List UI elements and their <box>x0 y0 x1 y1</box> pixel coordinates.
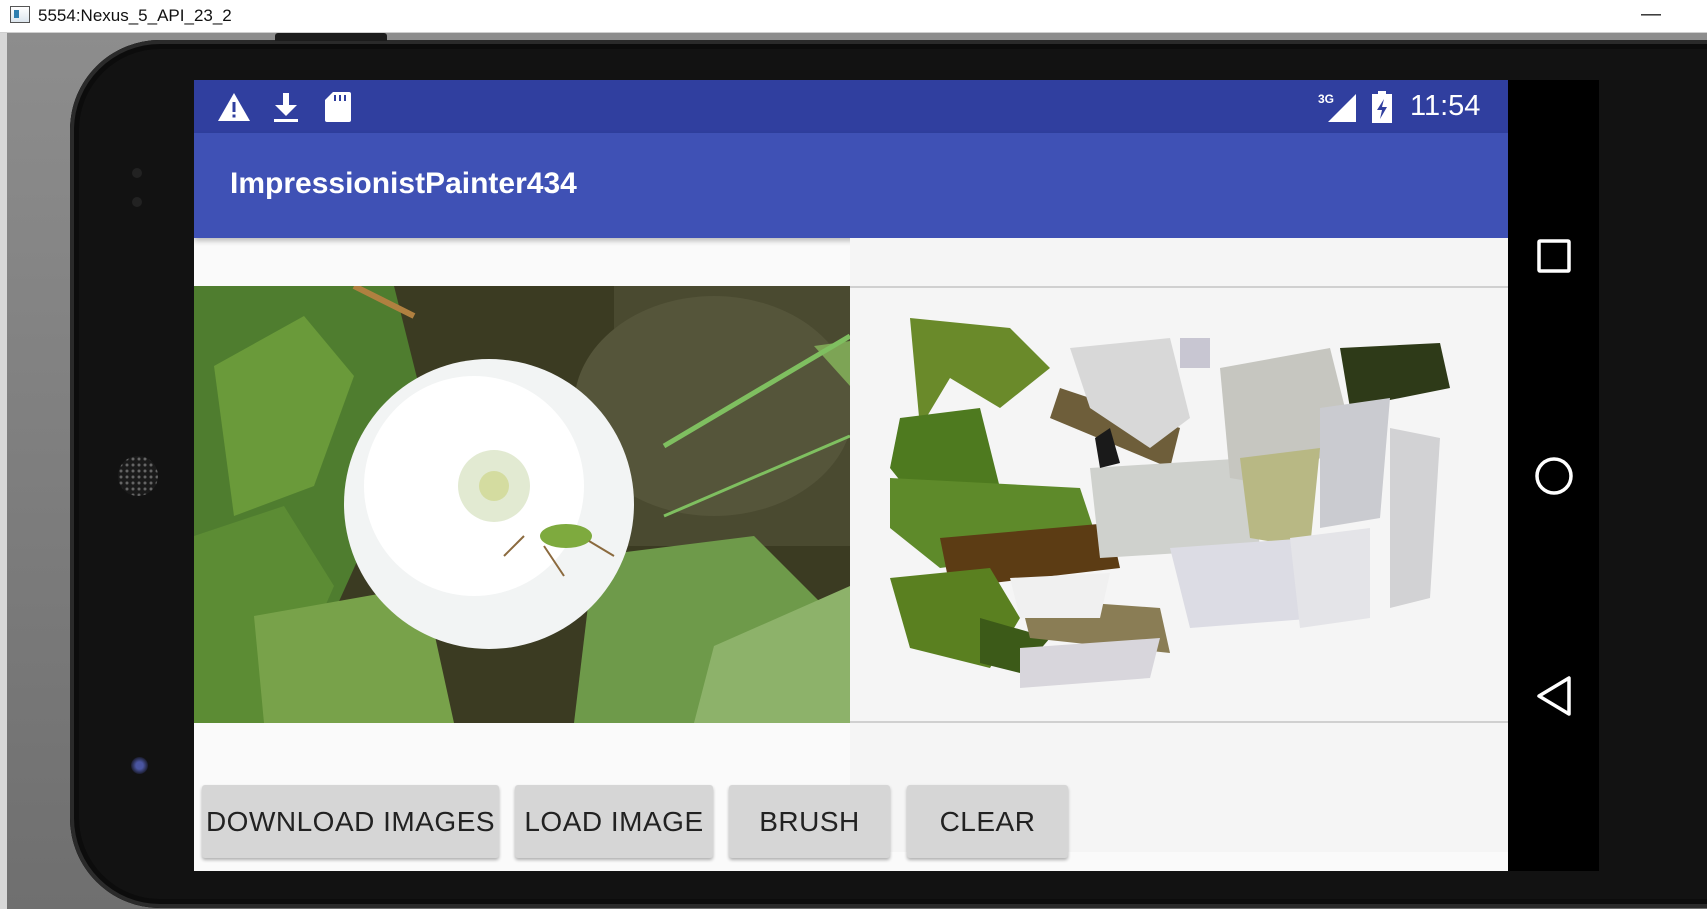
clock: 11:54 <box>1410 90 1481 122</box>
impressionist-painting[interactable] <box>850 286 1508 723</box>
recents-icon[interactable] <box>1530 232 1578 280</box>
minimize-button[interactable]: — <box>1641 3 1661 26</box>
download-icon <box>268 90 304 124</box>
emulator-title-bar: 5554:Nexus_5_API_23_2 — <box>0 0 1707 33</box>
network-type-label: 3G <box>1318 92 1334 106</box>
load-image-button[interactable]: LOAD IMAGE <box>515 785 713 858</box>
phone-speaker <box>118 456 158 496</box>
navigation-bar <box>1508 80 1599 871</box>
device-screen: 3G 11:54 ImpressionistPainter434 DOWNLOA… <box>194 80 1508 871</box>
app-title: ImpressionistPainter434 <box>230 167 577 200</box>
home-icon[interactable] <box>1530 452 1578 500</box>
back-icon[interactable] <box>1530 672 1578 720</box>
painting-canvas[interactable] <box>850 238 1508 852</box>
warning-icon <box>216 90 252 124</box>
app-bar: ImpressionistPainter434 <box>194 133 1508 238</box>
download-images-button[interactable]: DOWNLOAD IMAGES <box>202 785 499 858</box>
clear-button[interactable]: CLEAR <box>907 785 1068 858</box>
phone-sensor <box>132 168 142 178</box>
phone-top-button <box>275 33 387 41</box>
battery-charging-icon <box>1368 90 1396 124</box>
phone-camera <box>131 757 148 774</box>
status-bar: 3G 11:54 <box>194 80 1508 133</box>
window-title: 5554:Nexus_5_API_23_2 <box>38 6 232 25</box>
phone-sensor <box>132 197 142 207</box>
left-window-edge <box>0 33 7 909</box>
app-window-icon <box>10 6 30 23</box>
brush-button[interactable]: BRUSH <box>729 785 890 858</box>
source-photo[interactable] <box>194 283 854 723</box>
sd-card-icon <box>320 90 356 124</box>
signal-icon: 3G <box>1316 90 1362 124</box>
